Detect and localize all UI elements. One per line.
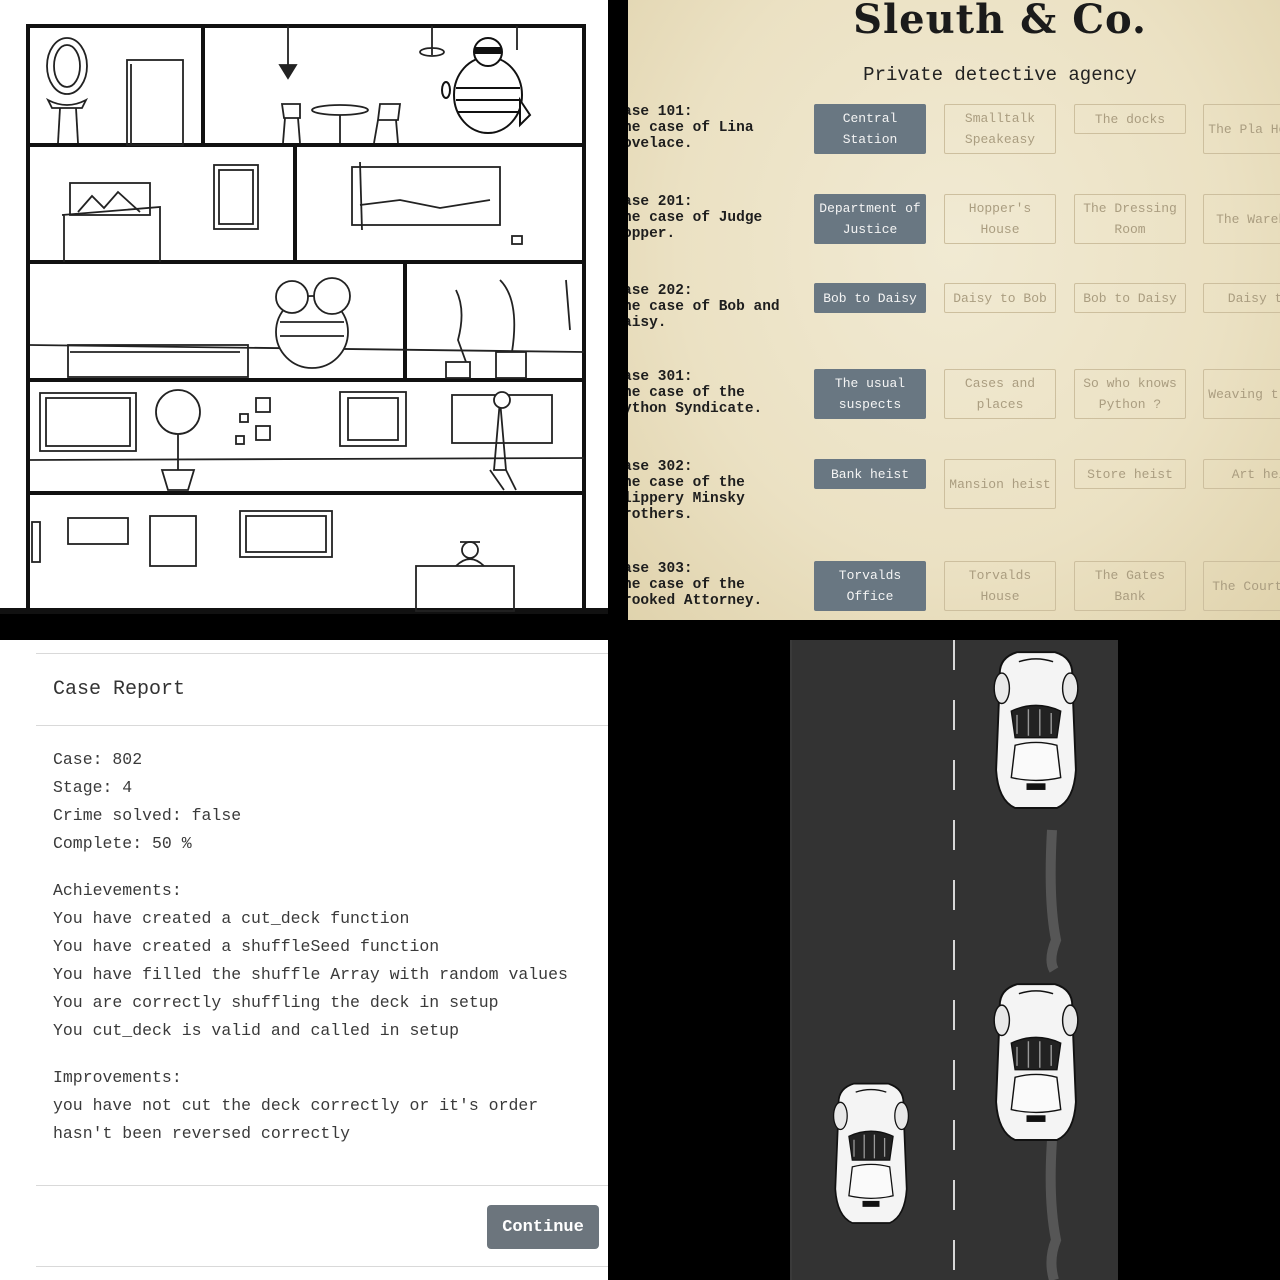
agency-subtitle: Private detective agency bbox=[863, 64, 1137, 86]
achievements-heading: Achievements: bbox=[53, 881, 182, 900]
achievement-item: You have filled the shuffle Array with r… bbox=[53, 965, 568, 984]
improvement-item: hasn't been reversed correctly bbox=[53, 1124, 351, 1143]
case-row: ase 202: he case of Bob and aisy. Bob to… bbox=[628, 283, 1280, 343]
case-report-panel: Case Report Case: 802 Stage: 4 Crime sol… bbox=[0, 640, 608, 1280]
case-button[interactable]: The Gates Bank bbox=[1074, 561, 1186, 611]
divider bbox=[36, 725, 608, 726]
case-row: ase 201: he case of Judge opper. Departm… bbox=[628, 194, 1280, 254]
case-button[interactable]: Weaving t web bbox=[1203, 369, 1280, 419]
case-button[interactable]: Bob to Daisy bbox=[814, 283, 926, 313]
continue-button[interactable]: Continue bbox=[487, 1205, 599, 1249]
case-button[interactable]: Daisy to bbox=[1203, 283, 1280, 313]
achievement-item: You have created a cut_deck function bbox=[53, 909, 410, 928]
case-number: Case: 802 bbox=[53, 750, 143, 769]
divider bbox=[36, 1266, 608, 1267]
car-sprite bbox=[993, 983, 1079, 1141]
case-button[interactable]: The Courthou bbox=[1203, 561, 1280, 611]
storyboard-panel bbox=[0, 0, 620, 620]
case-row: ase 302: he case of the lippery Minsky r… bbox=[628, 459, 1280, 523]
case-button[interactable]: The Dressing Room bbox=[1074, 194, 1186, 244]
case-label: ase 303: he case of the rooked Attorney. bbox=[628, 561, 763, 609]
car-sprite bbox=[832, 1082, 910, 1224]
achievement-item: You are correctly shuffling the deck in … bbox=[53, 993, 499, 1012]
case-button[interactable]: Daisy to Bob bbox=[944, 283, 1056, 313]
achievement-item: You have created a shuffleSeed function bbox=[53, 937, 440, 956]
achievement-item: You cut_deck is valid and called in setu… bbox=[53, 1021, 459, 1040]
divider bbox=[36, 653, 608, 654]
case-button[interactable]: So who knows Python ? bbox=[1074, 369, 1186, 419]
report-title: Case Report bbox=[53, 678, 186, 701]
car-sprite bbox=[993, 651, 1079, 809]
case-button[interactable]: The Pla Hotel bbox=[1203, 104, 1280, 154]
agency-title: Sleuth & Co. bbox=[853, 0, 1147, 43]
case-label: ase 101: he case of Lina ovelace. bbox=[628, 104, 754, 152]
case-button[interactable]: Mansion heist bbox=[944, 459, 1056, 509]
case-label: ase 202: he case of Bob and aisy. bbox=[628, 283, 780, 331]
case-button[interactable]: Art hei bbox=[1203, 459, 1280, 489]
case-row: ase 301: he case of the ython Syndicate.… bbox=[628, 369, 1280, 429]
case-label: ase 301: he case of the ython Syndicate. bbox=[628, 369, 763, 417]
case-button[interactable]: Torvalds Office bbox=[814, 561, 926, 611]
case-button[interactable]: Bank heist bbox=[814, 459, 926, 489]
case-button[interactable]: Store heist bbox=[1074, 459, 1186, 489]
stage: Stage: 4 bbox=[53, 778, 133, 797]
improvement-item: you have not cut the deck correctly or i… bbox=[53, 1096, 539, 1115]
case-button[interactable]: Central Station bbox=[814, 104, 926, 154]
case-button[interactable]: Smalltalk Speakeasy bbox=[944, 104, 1056, 154]
case-button[interactable]: Department of Justice bbox=[814, 194, 926, 244]
case-button[interactable]: The Warehou bbox=[1203, 194, 1280, 244]
sleuth-panel: Sleuth & Co. Private detective agency as… bbox=[628, 0, 1280, 620]
divider bbox=[36, 1185, 608, 1186]
case-button[interactable]: The usual suspects bbox=[814, 369, 926, 419]
case-button[interactable]: The docks bbox=[1074, 104, 1186, 134]
case-button[interactable]: Hopper's House bbox=[944, 194, 1056, 244]
improvements-heading: Improvements: bbox=[53, 1068, 182, 1087]
crime-solved: Crime solved: false bbox=[53, 806, 242, 825]
complete-percent: Complete: 50 % bbox=[53, 834, 192, 853]
case-button[interactable]: Torvalds House bbox=[944, 561, 1056, 611]
road-game-panel bbox=[628, 640, 1280, 1280]
case-row: ase 303: he case of the rooked Attorney.… bbox=[628, 561, 1280, 620]
case-label: ase 302: he case of the lippery Minsky r… bbox=[628, 459, 745, 523]
case-button[interactable]: Cases and places bbox=[944, 369, 1056, 419]
case-label: ase 201: he case of Judge opper. bbox=[628, 194, 763, 242]
case-button[interactable]: Bob to Daisy bbox=[1074, 283, 1186, 313]
case-row: ase 101: he case of Lina ovelace. Centra… bbox=[628, 104, 1280, 164]
